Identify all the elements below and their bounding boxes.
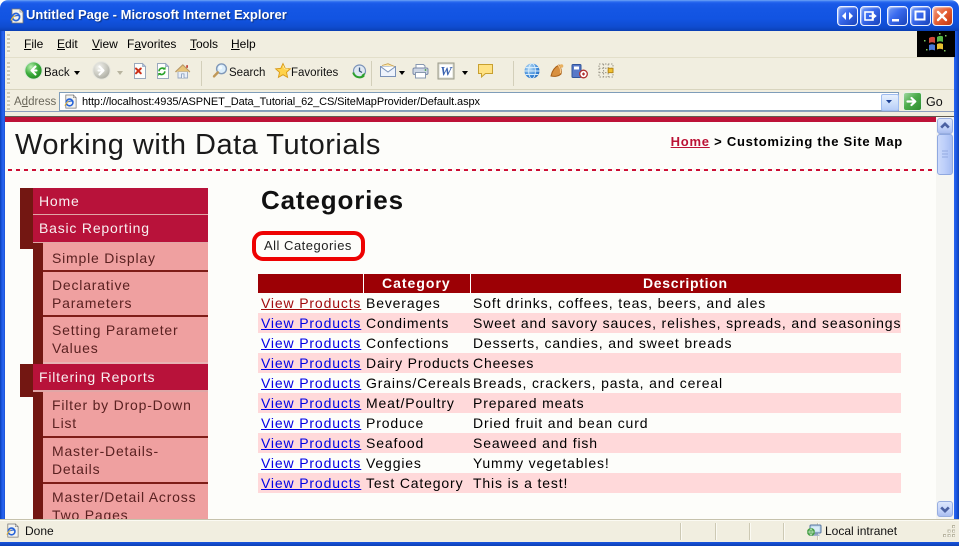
svg-text:W: W	[440, 64, 453, 79]
